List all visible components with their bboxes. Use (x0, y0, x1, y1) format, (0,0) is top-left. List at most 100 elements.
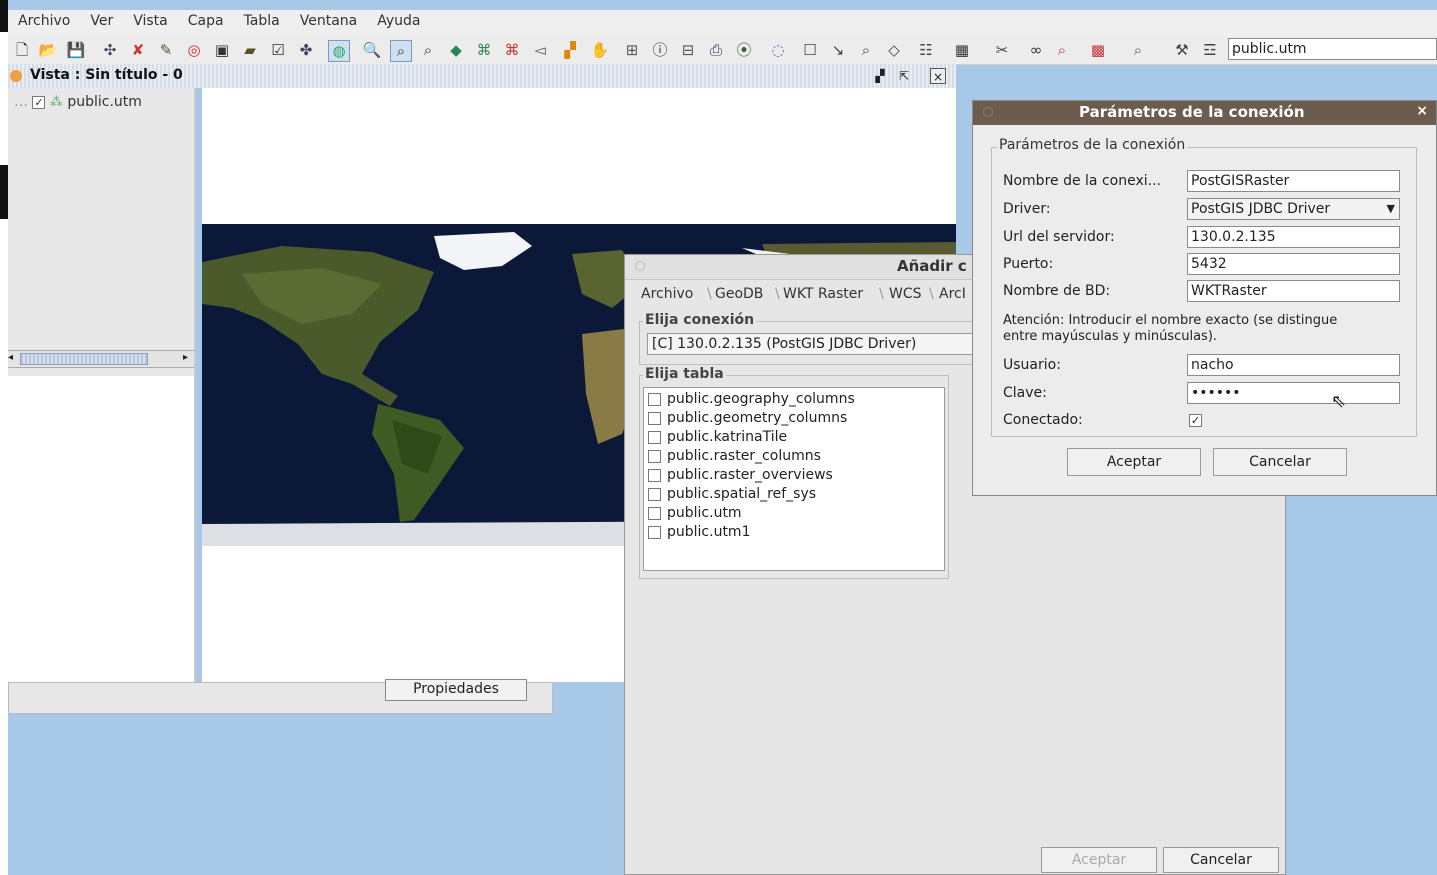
window-menu-icon[interactable] (983, 107, 993, 117)
table-checkbox[interactable] (648, 525, 661, 539)
layer-selector[interactable]: public.utm (1228, 38, 1437, 60)
table-checkbox[interactable] (648, 430, 661, 444)
tab-wkt-raster[interactable]: WKT Raster (783, 285, 864, 304)
accept-button-disabled[interactable]: Aceptar (1041, 847, 1157, 873)
map-pan-icon[interactable]: ◍ (328, 40, 350, 62)
print-icon[interactable]: ⎙ (706, 40, 726, 60)
find-icon[interactable]: ⌕ (1052, 40, 1072, 60)
close-icon[interactable]: × (1416, 103, 1428, 119)
zoom-locate-icon[interactable]: ⌕ (1128, 40, 1148, 60)
polygon-select-icon[interactable]: ◇ (884, 40, 904, 60)
zoom-rect-icon[interactable]: ⌕ (390, 40, 412, 62)
table-checkbox[interactable] (648, 506, 661, 520)
menu-ventana[interactable]: Ventana (290, 10, 368, 32)
table-edit-icon[interactable]: ☑ (268, 40, 288, 60)
connection-name-input[interactable]: PostGISRaster (1187, 170, 1400, 192)
add-layer-icon[interactable]: ✣ (100, 40, 120, 60)
list-item[interactable]: public.utm1 (648, 523, 750, 541)
minimize-icon[interactable]: ▞ (872, 68, 888, 84)
new-file-icon[interactable]: 🗋 (12, 40, 32, 60)
point-select-icon[interactable]: ↘ (828, 40, 848, 60)
zoom-select-icon[interactable]: ⌘ (502, 40, 522, 60)
target-icon[interactable]: ◎ (184, 40, 204, 60)
connection-select[interactable]: [C] 130.0.2.135 (PostGIS JDBC Driver) (647, 333, 977, 355)
layer-visible-checkbox[interactable]: ✓ (32, 95, 46, 109)
server-url-input[interactable]: 130.0.2.135 (1187, 226, 1400, 248)
list-item[interactable]: public.spatial_ref_sys (648, 485, 816, 503)
tab-archivo[interactable]: Archivo (641, 285, 693, 303)
edit-icon[interactable]: ✎ (156, 40, 176, 60)
info-icon[interactable]: ⓘ (650, 40, 670, 60)
list-item[interactable]: public.raster_overviews (648, 466, 833, 484)
table-checkbox[interactable] (648, 487, 661, 501)
zoom-out-icon[interactable]: ⌕ (418, 40, 438, 60)
table-name: public.geography_columns (667, 391, 855, 407)
scroll-left-icon[interactable]: ◂ (8, 352, 13, 363)
zoom-layer-icon[interactable]: ⌘ (474, 40, 494, 60)
select-icon[interactable]: ⊟ (678, 40, 698, 60)
layers-icon[interactable]: ▰ (240, 40, 260, 60)
password-input[interactable]: •••••• (1187, 382, 1400, 404)
toc-tree: … ✓ ⁂ public.utm (8, 88, 194, 350)
list-item[interactable]: public.utm (648, 504, 742, 522)
binoculars-icon[interactable]: ∞ (1026, 40, 1046, 60)
user-input[interactable]: nacho (1187, 354, 1400, 376)
layer-list-icon[interactable]: ☲ (1200, 40, 1220, 60)
menu-ayuda[interactable]: Ayuda (367, 10, 430, 32)
properties-button[interactable]: Propiedades (385, 679, 527, 701)
driver-select[interactable]: PostGIS JDBC Driver ▼ (1187, 198, 1400, 220)
display-icon[interactable]: ▣ (212, 40, 232, 60)
server-url-label: Url del servidor: (1003, 229, 1115, 245)
scroll-right-icon[interactable]: ▸ (183, 352, 188, 363)
layer-props-icon[interactable]: ⚒ (1172, 40, 1192, 60)
save-icon[interactable]: 💾 (66, 40, 86, 60)
back-icon[interactable]: ◅ (530, 40, 550, 60)
cancel-button[interactable]: Cancelar (1213, 448, 1347, 476)
globe-icon[interactable]: ⦿ (734, 40, 754, 60)
table-checkbox[interactable] (648, 468, 661, 482)
tab-geodb[interactable]: GeoDB (715, 285, 763, 303)
table-name: public.katrinaTile (667, 429, 788, 445)
cancel-button[interactable]: Cancelar (1163, 847, 1279, 873)
measure-icon[interactable]: ⊞ (622, 40, 642, 60)
table-checkbox[interactable] (648, 392, 661, 406)
table-checkbox[interactable] (648, 449, 661, 463)
full-extent-icon[interactable]: ◆ (446, 40, 466, 60)
menu-ver[interactable]: Ver (80, 10, 123, 32)
window-menu-icon[interactable] (635, 261, 645, 271)
list-item[interactable]: public.geography_columns (648, 390, 855, 408)
remove-layer-icon[interactable]: ✘ (128, 40, 148, 60)
toc-horizontal-scrollbar[interactable]: ◂ ▸ (8, 350, 194, 368)
table-icon[interactable]: ▦ (952, 40, 972, 60)
tab-arcims[interactable]: ArcI (939, 285, 966, 303)
list-item[interactable]: public.raster_columns (648, 447, 821, 465)
menu-capa[interactable]: Capa (178, 10, 234, 32)
zoom-in-icon[interactable]: 🔍 (362, 40, 382, 60)
prev-extent-icon[interactable]: ▞ (560, 40, 580, 60)
attributes-icon[interactable]: ☷ (916, 40, 936, 60)
locator-icon[interactable]: ◌ (768, 40, 788, 60)
menu-tabla[interactable]: Tabla (234, 10, 290, 32)
tab-wcs[interactable]: WCS (889, 285, 922, 303)
db-name-input[interactable]: WKTRaster (1187, 280, 1400, 302)
open-folder-icon[interactable]: 📂 (38, 40, 58, 60)
close-icon[interactable]: × (930, 68, 946, 84)
table-checkbox[interactable] (648, 411, 661, 425)
scroll-thumb[interactable] (20, 353, 148, 365)
query-icon[interactable]: ⌕ (856, 40, 876, 60)
connected-checkbox[interactable]: ✓ (1189, 414, 1202, 427)
toc-layer-row[interactable]: … ✓ ⁂ public.utm (14, 94, 142, 110)
tools-icon[interactable]: ✂ (992, 40, 1012, 60)
toc-legend-area (8, 376, 194, 682)
vertex-icon[interactable]: ✤ (296, 40, 316, 60)
list-item[interactable]: public.katrinaTile (648, 428, 787, 446)
pan-hand-icon[interactable]: ✋ (590, 40, 610, 60)
menu-vista[interactable]: Vista (123, 10, 178, 32)
port-input[interactable]: 5432 (1187, 253, 1400, 275)
maximize-icon[interactable]: ⇱ (896, 68, 912, 84)
accept-button[interactable]: Aceptar (1067, 448, 1201, 476)
rect-select-icon[interactable]: ☐ (800, 40, 820, 60)
menu-archivo[interactable]: Archivo (8, 10, 80, 32)
graph-icon[interactable]: ▩ (1088, 40, 1108, 60)
list-item[interactable]: public.geometry_columns (648, 409, 847, 427)
